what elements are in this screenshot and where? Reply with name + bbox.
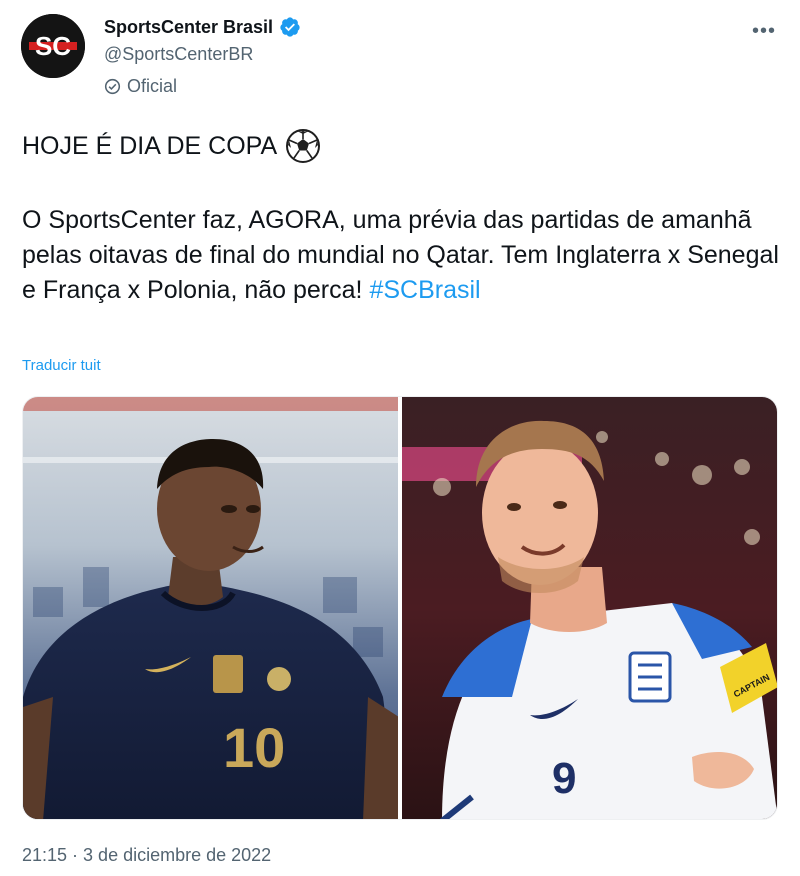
photo-player-france[interactable]: 10 bbox=[23, 397, 398, 819]
tweet-body: O SportsCenter faz, AGORA, uma prévia da… bbox=[22, 203, 782, 308]
official-label: Oficial bbox=[104, 76, 177, 97]
sportscenter-logo-icon: SC bbox=[21, 14, 85, 78]
svg-text:9: 9 bbox=[552, 754, 576, 803]
svg-text:SC: SC bbox=[35, 31, 71, 61]
hashtag-link[interactable]: #SCBrasil bbox=[369, 276, 480, 304]
more-options-icon[interactable]: ••• bbox=[752, 20, 776, 43]
photo-player-england[interactable]: 9 CAPTAIN bbox=[402, 397, 777, 819]
svg-text:10: 10 bbox=[223, 716, 285, 779]
headline-text: HOJE É DIA DE COPA bbox=[22, 131, 278, 160]
display-name[interactable]: SportsCenter Brasil bbox=[104, 17, 273, 38]
translate-tweet-link[interactable]: Traducir tuit bbox=[22, 357, 101, 374]
official-check-icon bbox=[104, 78, 121, 95]
account-handle[interactable]: @SportsCenterBR bbox=[104, 44, 253, 65]
france-player-photo: 10 bbox=[23, 397, 398, 819]
england-player-photo: 9 CAPTAIN bbox=[402, 397, 777, 819]
soccer-ball-icon bbox=[286, 129, 321, 163]
account-name-row: SportsCenter Brasil bbox=[104, 16, 301, 38]
tweet-headline: HOJE É DIA DE COPA bbox=[22, 128, 321, 164]
verified-badge-icon bbox=[280, 17, 300, 37]
tweet-timestamp[interactable]: 21:15 · 3 de diciembre de 2022 bbox=[22, 845, 271, 866]
avatar[interactable]: SC bbox=[21, 14, 85, 78]
official-text: Oficial bbox=[127, 76, 178, 96]
tweet-media[interactable]: 10 9 CAPTAIN bbox=[22, 396, 778, 820]
